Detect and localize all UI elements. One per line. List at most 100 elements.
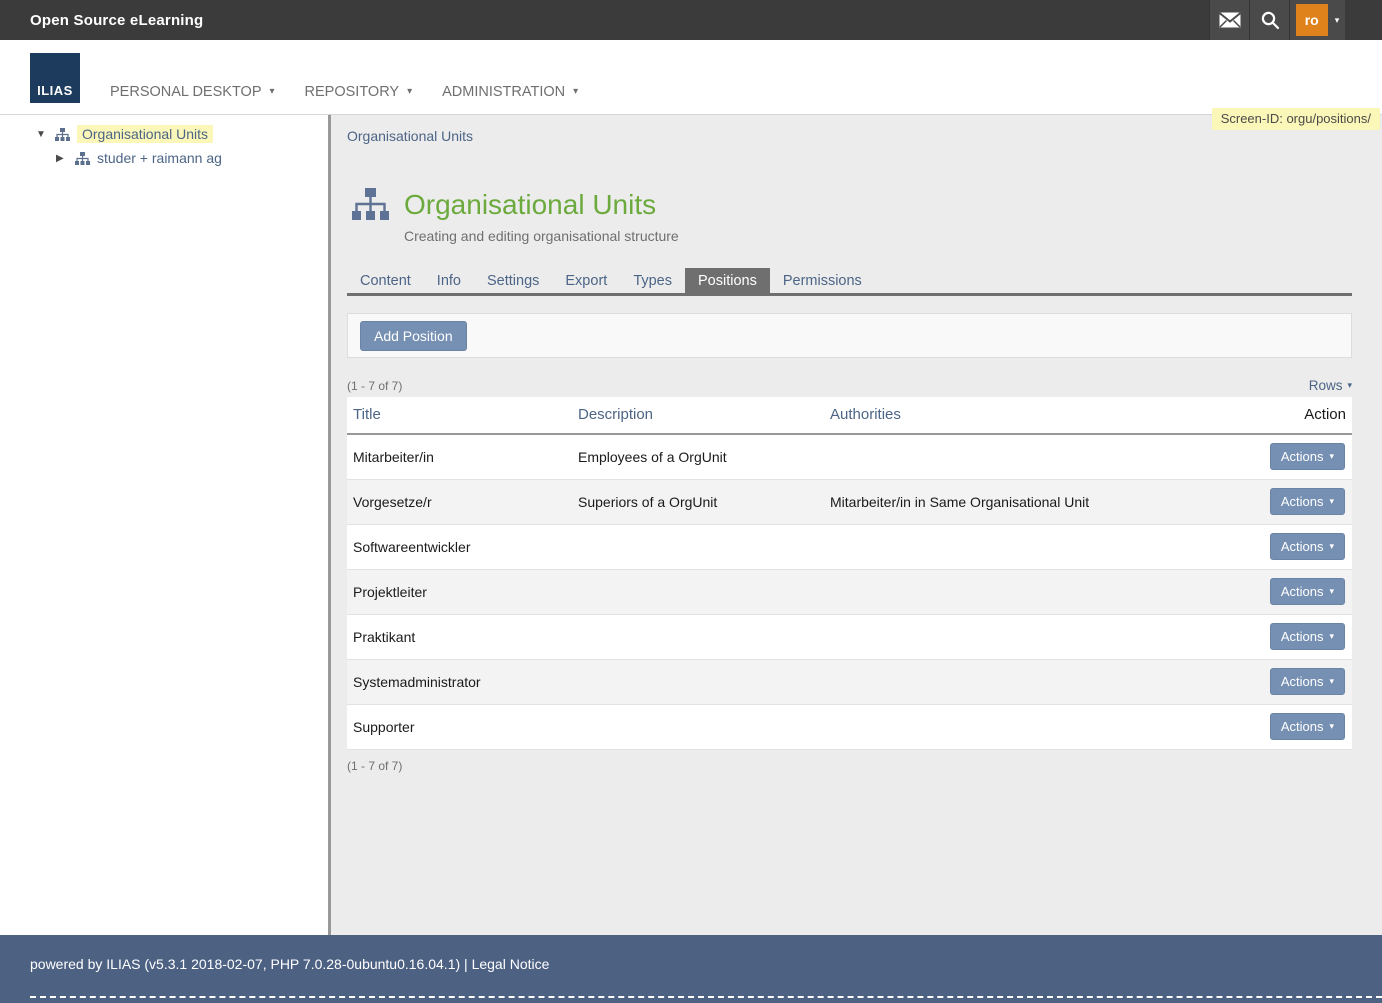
tab-content[interactable]: Content	[347, 268, 424, 293]
chevron-down-icon: ▾	[1335, 16, 1340, 25]
position-description	[572, 704, 824, 749]
orgunit-icon	[55, 128, 70, 141]
table-meta-row: (1 - 7 of 7) Rows ▾	[347, 378, 1352, 393]
tree-item-label[interactable]: Organisational Units	[77, 125, 213, 143]
tree-item-studer-raimann[interactable]: ▶ studer + raimann ag	[0, 150, 328, 166]
footer-dashed-line	[30, 996, 1382, 998]
chevron-down-icon: ▾	[1347, 381, 1352, 390]
table-row: Praktikant Actions▾	[347, 614, 1352, 659]
position-authorities: Mitarbeiter/in in Same Organisational Un…	[824, 479, 1262, 524]
actions-dropdown-button[interactable]: Actions▾	[1270, 668, 1345, 695]
column-header-action: Action	[1262, 397, 1352, 434]
table-row: Projektleiter Actions▾	[347, 569, 1352, 614]
footer-text: powered by ILIAS (v5.3.1 2018-02-07, PHP…	[30, 956, 549, 972]
menu-personal-desktop[interactable]: PERSONAL DESKTOP ▾	[110, 84, 275, 100]
app-title: Open Source eLearning	[30, 12, 203, 29]
repository-tree: ▼ Organisational Units ▶	[0, 115, 328, 935]
tab-export[interactable]: Export	[552, 268, 620, 293]
orgunit-icon	[75, 152, 90, 165]
position-authorities	[824, 659, 1262, 704]
topbar-actions: ro ▾	[1209, 0, 1345, 40]
table-header-row: Title Description Authorities Action	[347, 397, 1352, 434]
tab-info[interactable]: Info	[424, 268, 474, 293]
position-title: Projektleiter	[347, 569, 572, 614]
chevron-down-icon: ▾	[1329, 587, 1334, 596]
column-header-authorities[interactable]: Authorities	[824, 397, 1262, 434]
actions-dropdown-button[interactable]: Actions▾	[1270, 578, 1345, 605]
tab-bar: Content Info Settings Export Types Posit…	[347, 268, 1352, 296]
avatar: ro	[1296, 4, 1328, 36]
add-position-button[interactable]: Add Position	[360, 321, 467, 351]
actions-dropdown-button[interactable]: Actions▾	[1270, 533, 1345, 560]
search-icon	[1260, 10, 1280, 30]
mail-icon	[1219, 12, 1241, 28]
position-title: Systemadministrator	[347, 659, 572, 704]
chevron-down-icon: ▾	[407, 87, 412, 97]
chevron-down-icon: ▾	[573, 87, 578, 97]
chevron-down-icon: ▾	[1329, 452, 1334, 461]
table-row: Systemadministrator Actions▾	[347, 659, 1352, 704]
position-title: Supporter	[347, 704, 572, 749]
legal-notice-link[interactable]: Legal Notice	[472, 956, 550, 972]
column-header-title[interactable]: Title	[347, 397, 572, 434]
chevron-down-icon: ▾	[1329, 542, 1334, 551]
tab-settings[interactable]: Settings	[474, 268, 552, 293]
position-description	[572, 659, 824, 704]
position-description: Employees of a OrgUnit	[572, 434, 824, 479]
main-header: ILIAS PERSONAL DESKTOP ▾ REPOSITORY ▾ AD…	[0, 40, 1382, 115]
screen-id-badge: Screen-ID: orgu/positions/	[1212, 108, 1380, 130]
position-description	[572, 569, 824, 614]
table-row: Softwareentwickler Actions▾	[347, 524, 1352, 569]
column-header-description[interactable]: Description	[572, 397, 824, 434]
mail-button[interactable]	[1209, 0, 1249, 40]
tree-collapsed-icon[interactable]: ▶	[56, 153, 68, 164]
main-area: ▼ Organisational Units ▶	[0, 115, 1382, 935]
position-title: Praktikant	[347, 614, 572, 659]
position-description	[572, 524, 824, 569]
position-authorities	[824, 434, 1262, 479]
page-header: Organisational Units Creating and editin…	[347, 188, 1352, 244]
search-button[interactable]	[1249, 0, 1289, 40]
position-authorities	[824, 524, 1262, 569]
tab-permissions[interactable]: Permissions	[770, 268, 875, 293]
tab-positions[interactable]: Positions	[685, 268, 770, 293]
main-menu: PERSONAL DESKTOP ▾ REPOSITORY ▾ ADMINIST…	[110, 84, 578, 100]
powered-by-text: powered by ILIAS (v5.3.1 2018-02-07, PHP…	[30, 956, 460, 972]
rows-dropdown[interactable]: Rows ▾	[1309, 378, 1352, 393]
table-row: Supporter Actions▾	[347, 704, 1352, 749]
tree-expanded-icon[interactable]: ▼	[36, 129, 48, 140]
result-range-bottom: (1 - 7 of 7)	[347, 759, 1352, 773]
tree-item-organisational-units[interactable]: ▼ Organisational Units	[0, 125, 328, 143]
position-authorities	[824, 704, 1262, 749]
page-subtitle: Creating and editing organisational stru…	[404, 228, 679, 244]
position-description: Superiors of a OrgUnit	[572, 479, 824, 524]
actions-dropdown-button[interactable]: Actions▾	[1270, 488, 1345, 515]
tab-types[interactable]: Types	[620, 268, 685, 293]
menu-administration[interactable]: ADMINISTRATION ▾	[442, 84, 578, 100]
breadcrumb-link[interactable]: Organisational Units	[347, 128, 473, 144]
chevron-down-icon: ▾	[1329, 497, 1334, 506]
actions-dropdown-button[interactable]: Actions▾	[1270, 713, 1345, 740]
position-title: Softwareentwickler	[347, 524, 572, 569]
position-title: Vorgesetze/r	[347, 479, 572, 524]
position-description	[572, 614, 824, 659]
table-row: Mitarbeiter/in Employees of a OrgUnit Ac…	[347, 434, 1352, 479]
actions-dropdown-button[interactable]: Actions▾	[1270, 443, 1345, 470]
top-bar: Open Source eLearning ro ▾	[0, 0, 1382, 40]
action-toolbar: Add Position	[347, 313, 1352, 358]
chevron-down-icon: ▾	[1329, 632, 1334, 641]
chevron-down-icon: ▾	[1329, 677, 1334, 686]
position-authorities	[824, 614, 1262, 659]
chevron-down-icon: ▾	[270, 87, 275, 97]
ilias-logo[interactable]: ILIAS	[30, 53, 80, 103]
page-footer: powered by ILIAS (v5.3.1 2018-02-07, PHP…	[0, 935, 1382, 1003]
table-row: Vorgesetze/r Superiors of a OrgUnit Mita…	[347, 479, 1352, 524]
position-authorities	[824, 569, 1262, 614]
actions-dropdown-button[interactable]: Actions▾	[1270, 623, 1345, 650]
user-menu-button[interactable]: ro ▾	[1289, 0, 1345, 40]
positions-table: Title Description Authorities Action Mit…	[347, 397, 1352, 750]
orgunit-large-icon	[352, 188, 389, 220]
position-title: Mitarbeiter/in	[347, 434, 572, 479]
menu-repository[interactable]: REPOSITORY ▾	[305, 84, 413, 100]
tree-item-label[interactable]: studer + raimann ag	[97, 150, 222, 166]
